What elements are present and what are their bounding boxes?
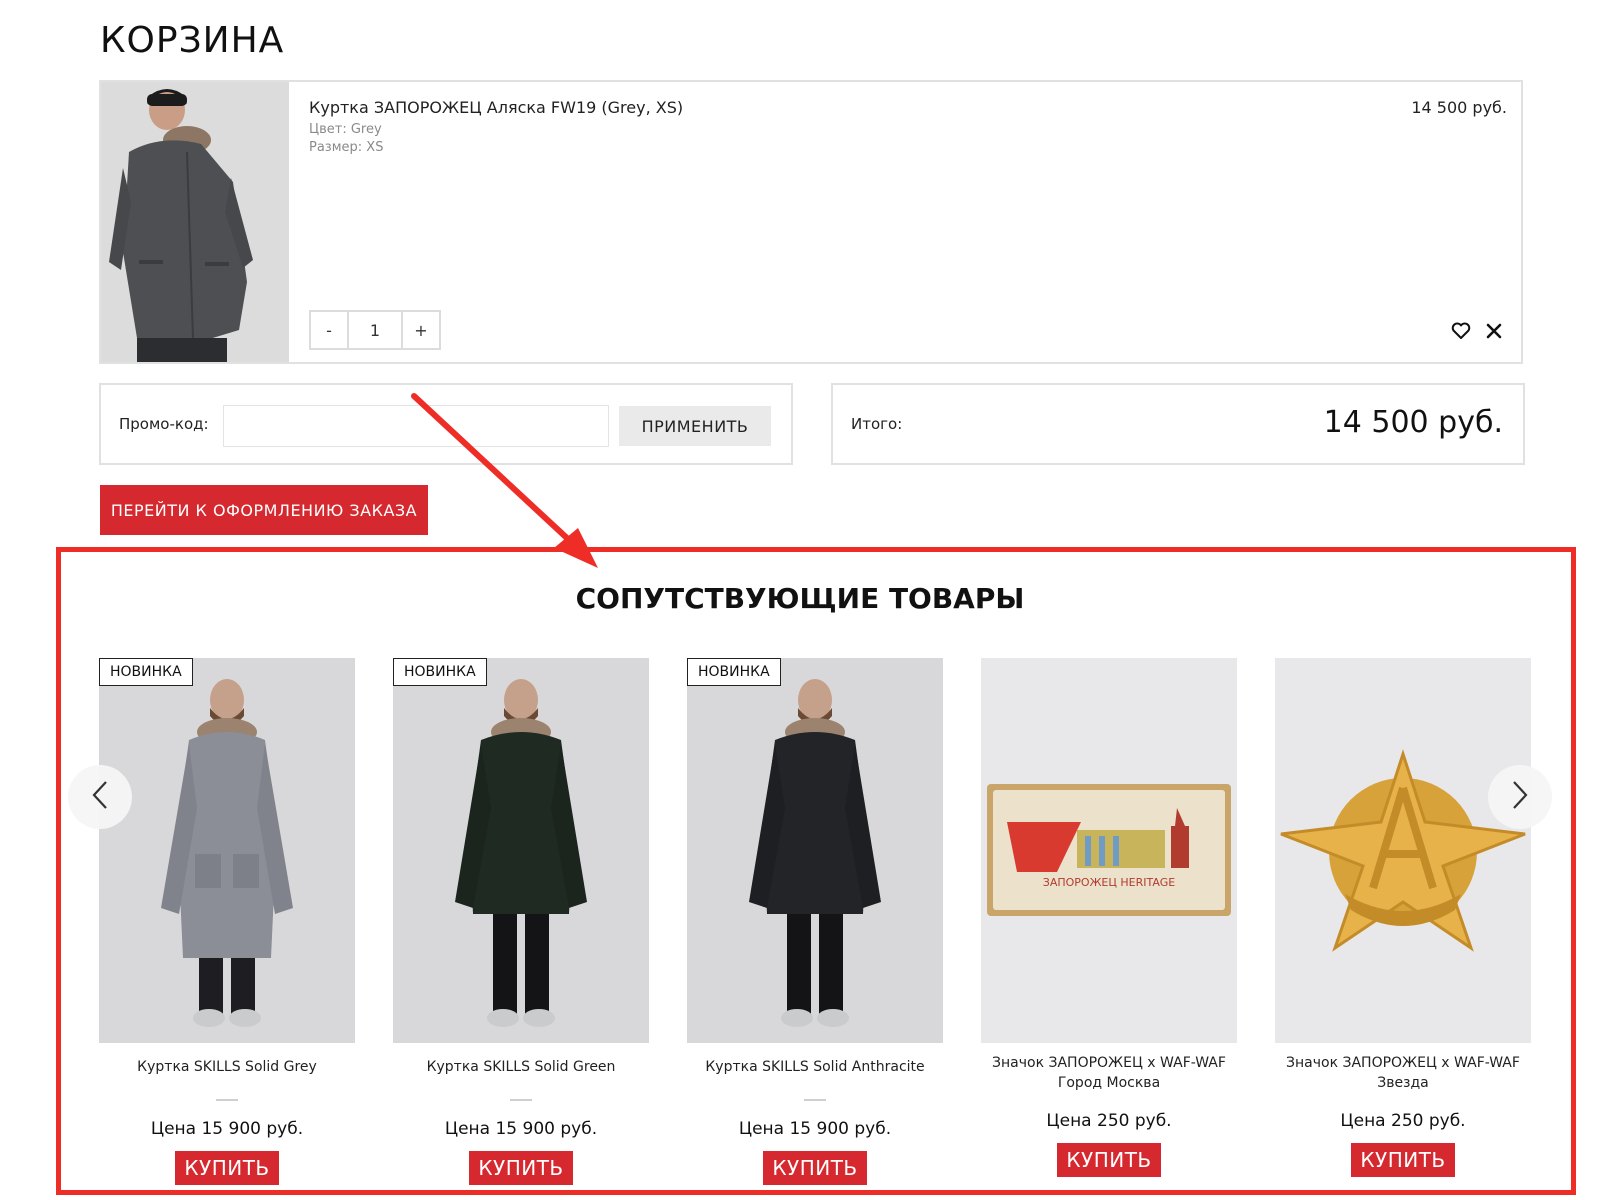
product-name[interactable]: Значок ЗАПОРОЖЕЦ x WAF-WAF Звезда	[1275, 1053, 1531, 1093]
cart-item-price: 14 500 руб.	[1411, 98, 1507, 117]
product-card[interactable]: НОВИНКА Куртка SKILLS Solid Green Цена 1…	[393, 658, 649, 1185]
buy-button[interactable]: КУПИТЬ	[1057, 1143, 1161, 1177]
cart-item-photo[interactable]	[101, 82, 289, 362]
buy-button[interactable]: КУПИТЬ	[763, 1151, 867, 1185]
cart-item-color: Цвет: Grey	[309, 122, 382, 137]
chevron-left-icon	[90, 780, 110, 814]
product-price: Цена 15 900 руб.	[444, 1119, 598, 1139]
product-price: Цена 250 руб.	[1340, 1111, 1466, 1131]
checkout-button[interactable]: ПЕРЕЙТИ К ОФОРМЛЕНИЮ ЗАКАЗА	[100, 485, 428, 535]
svg-text:ЗАПОРОЖЕЦ HERITAGE: ЗАПОРОЖЕЦ HERITAGE	[1043, 876, 1175, 889]
pin-star-photo	[1275, 658, 1531, 1043]
qty-value[interactable]: 1	[347, 312, 403, 348]
order-total-box: Итого: 14 500 руб.	[831, 383, 1525, 465]
jacket-grey-photo	[99, 658, 355, 1043]
product-image[interactable]: НОВИНКА	[393, 658, 649, 1043]
chevron-right-icon	[1510, 780, 1530, 814]
product-name[interactable]: Куртка SKILLS Solid Anthracite	[687, 1057, 943, 1097]
product-divider	[216, 1099, 238, 1101]
product-card[interactable]: ЗАПОРОЖЕЦ HERITAGE Значок ЗАПОРОЖЕЦ x WA…	[981, 658, 1237, 1177]
product-card[interactable]: НОВИНКА Куртка SKILLS Solid Anthracite Ц…	[687, 658, 943, 1185]
product-price: Цена 250 руб.	[1046, 1111, 1172, 1131]
related-products-list: НОВИНКА Куртка SKILLS Solid Grey Цена 15…	[99, 658, 1533, 1188]
buy-button[interactable]: КУПИТЬ	[175, 1151, 279, 1185]
jacket-photo	[101, 82, 289, 362]
product-image[interactable]: ЗАПОРОЖЕЦ HERITAGE	[981, 658, 1237, 1043]
cart-item: Куртка ЗАПОРОЖЕЦ Аляска FW19 (Grey, XS) …	[99, 80, 1523, 364]
jacket-anthracite-photo	[687, 658, 943, 1043]
apply-promo-button[interactable]: ПРИМЕНИТЬ	[619, 406, 771, 446]
new-badge: НОВИНКА	[687, 658, 781, 686]
promo-code-box: Промо-код: ПРИМЕНИТЬ	[99, 383, 793, 465]
product-name[interactable]: Куртка SKILLS Solid Green	[393, 1057, 649, 1097]
quantity-stepper: - 1 +	[309, 310, 441, 350]
product-image[interactable]: НОВИНКА	[99, 658, 355, 1043]
qty-decrease-button[interactable]: -	[311, 312, 347, 348]
carousel-prev-button[interactable]	[68, 765, 132, 829]
heart-icon[interactable]	[1451, 322, 1471, 344]
cart-item-info: Куртка ЗАПОРОЖЕЦ Аляска FW19 (Grey, XS) …	[309, 98, 683, 157]
total-value: 14 500 руб.	[1323, 405, 1503, 440]
cart-item-actions	[1451, 322, 1503, 344]
product-card[interactable]: Значок ЗАПОРОЖЕЦ x WAF-WAF Звезда Цена 2…	[1275, 658, 1531, 1177]
related-products-title: СОПУТСТВУЮЩИЕ ТОВАРЫ	[575, 582, 1025, 615]
buy-button[interactable]: КУПИТЬ	[469, 1151, 573, 1185]
pin-moscow-photo: ЗАПОРОЖЕЦ HERITAGE	[981, 658, 1237, 1043]
product-image[interactable]	[1275, 658, 1531, 1043]
product-divider	[510, 1099, 532, 1101]
product-name[interactable]: Значок ЗАПОРОЖЕЦ x WAF-WAF Город Москва	[981, 1053, 1237, 1093]
product-name[interactable]: Куртка SKILLS Solid Grey	[99, 1057, 355, 1097]
product-image[interactable]: НОВИНКА	[687, 658, 943, 1043]
cart-item-name[interactable]: Куртка ЗАПОРОЖЕЦ Аляска FW19 (Grey, XS)	[309, 98, 683, 117]
jacket-green-photo	[393, 658, 649, 1043]
promo-code-label: Промо-код:	[119, 415, 209, 433]
product-card[interactable]: НОВИНКА Куртка SKILLS Solid Grey Цена 15…	[99, 658, 355, 1185]
qty-increase-button[interactable]: +	[403, 312, 439, 348]
new-badge: НОВИНКА	[99, 658, 193, 686]
product-price: Цена 15 900 руб.	[738, 1119, 892, 1139]
cart-item-size: Размер: XS	[309, 140, 384, 155]
product-divider	[804, 1099, 826, 1101]
product-price: Цена 15 900 руб.	[150, 1119, 304, 1139]
page-title: КОРЗИНА	[100, 20, 285, 61]
total-label: Итого:	[851, 415, 903, 433]
new-badge: НОВИНКА	[393, 658, 487, 686]
promo-code-input[interactable]	[223, 405, 609, 447]
buy-button[interactable]: КУПИТЬ	[1351, 1143, 1455, 1177]
close-icon[interactable]	[1485, 322, 1503, 344]
carousel-next-button[interactable]	[1488, 765, 1552, 829]
